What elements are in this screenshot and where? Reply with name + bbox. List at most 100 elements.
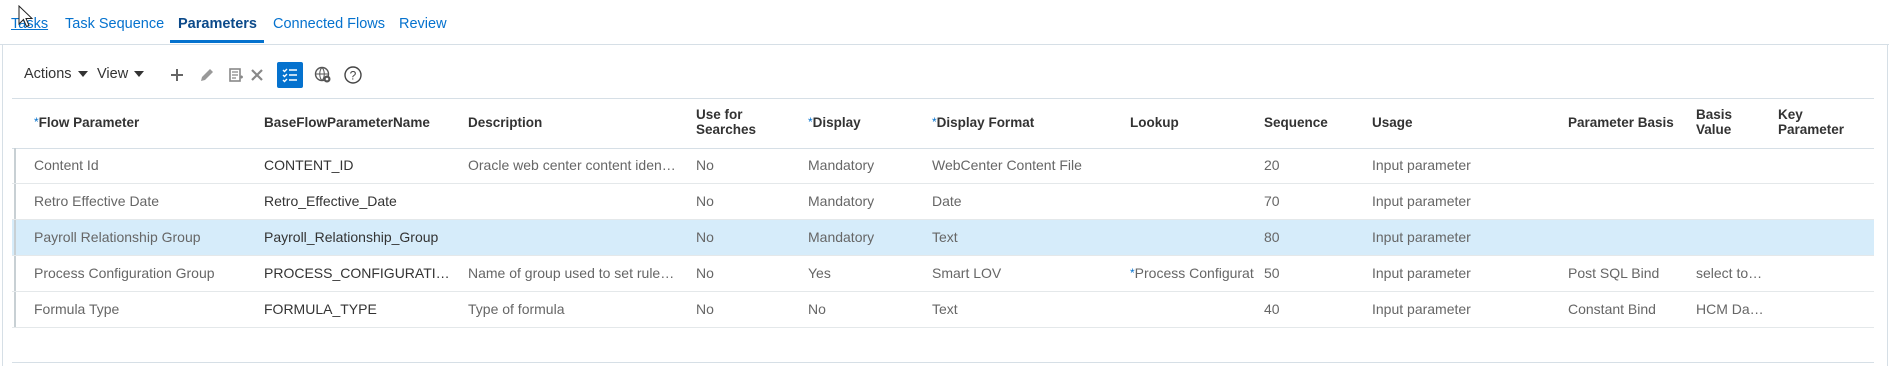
column-header-parameter-basis[interactable]: Parameter Basis	[1568, 115, 1674, 130]
actions-menu[interactable]: Actions	[24, 66, 88, 82]
cell-sequence: 40	[1264, 292, 1354, 327]
cell-base-name: FORMULA_TYPE	[264, 292, 452, 327]
column-header-display[interactable]: *Display	[808, 115, 861, 130]
cell-description	[468, 220, 686, 255]
cell-display-text: No	[808, 301, 826, 317]
cell-key-parameter	[1778, 292, 1868, 327]
table-bottom-border	[12, 362, 1874, 363]
cell-display-format: Text	[932, 220, 1122, 255]
cell-flow-parameter-text: Process Configuration Group	[34, 265, 215, 281]
cell-base-name-text: PROCESS_CONFIGURATI…	[264, 265, 450, 281]
tab-review[interactable]: Review	[399, 16, 447, 32]
svg-text:?: ?	[350, 69, 357, 83]
cell-lookup: *Process Configurat	[1130, 256, 1256, 291]
tab-task-sequence[interactable]: Task Sequence	[65, 16, 164, 32]
cell-display: Mandatory	[808, 148, 918, 183]
view-menu-label: View	[97, 66, 129, 82]
cell-flow-parameter: Process Configuration Group	[34, 256, 244, 291]
column-header-key-parameter[interactable]: Key Parameter	[1778, 107, 1858, 137]
view-menu[interactable]: View	[97, 66, 145, 82]
cell-display-format-text: Smart LOV	[932, 265, 1002, 281]
cell-lookup	[1130, 148, 1256, 183]
tab-bar: Tasks Task Sequence Parameters Connected…	[0, 0, 1889, 45]
cell-usage: Input parameter	[1372, 292, 1552, 327]
table-row[interactable]: Formula Type FORMULA_TYPE Type of formula N…	[12, 292, 1874, 328]
column-header-description[interactable]: Description	[468, 115, 542, 130]
cell-use-for-searches: No	[696, 148, 786, 183]
cell-display-format: WebCenter Content File	[932, 148, 1122, 183]
delete-icon[interactable]	[244, 62, 270, 88]
column-header-basis-value[interactable]: Basis Value	[1696, 107, 1756, 137]
cell-display-text: Mandatory	[808, 229, 875, 245]
cell-use-for-searches-text: No	[696, 301, 714, 317]
cell-usage-text: Input parameter	[1372, 157, 1471, 173]
cell-sequence-text: 80	[1264, 229, 1280, 245]
tab-parameters[interactable]: Parameters	[178, 16, 257, 32]
cell-basis-value	[1696, 220, 1768, 255]
add-icon[interactable]	[164, 62, 190, 88]
cell-display-format-text: WebCenter Content File	[932, 157, 1082, 173]
cell-flow-parameter: Retro Effective Date	[34, 184, 244, 219]
cell-base-name: Retro_Effective_Date	[264, 184, 452, 219]
cell-description: Oracle web center content iden…	[468, 148, 686, 183]
cell-sequence: 70	[1264, 184, 1354, 219]
cell-use-for-searches: No	[696, 184, 786, 219]
cell-usage-text: Input parameter	[1372, 301, 1471, 317]
cell-lookup	[1130, 184, 1256, 219]
row-indicator	[14, 220, 16, 255]
row-indicator	[14, 148, 16, 183]
mouse-cursor-icon	[18, 5, 34, 28]
cell-display: Mandatory	[808, 184, 918, 219]
cell-use-for-searches: No	[696, 256, 786, 291]
cell-key-parameter	[1778, 256, 1868, 291]
cell-description-text: Name of group used to set rule…	[468, 265, 675, 281]
column-header-use-for-searches[interactable]: Use for Searches	[696, 107, 776, 137]
cell-parameter-basis: Post SQL Bind	[1568, 256, 1688, 291]
cell-base-name: PROCESS_CONFIGURATI…	[264, 256, 452, 291]
table-row[interactable]: Content Id CONTENT_ID Oracle web center co…	[12, 148, 1874, 184]
column-header-sequence[interactable]: Sequence	[1264, 115, 1328, 130]
cell-display-format: Text	[932, 292, 1122, 327]
table-row[interactable]: Payroll Relationship Group Payroll_Relati…	[12, 220, 1874, 256]
column-header-usage[interactable]: Usage	[1372, 115, 1413, 130]
cell-sequence: 80	[1264, 220, 1354, 255]
cell-parameter-basis	[1568, 148, 1688, 183]
cell-flow-parameter: Formula Type	[34, 292, 244, 327]
cell-key-parameter	[1778, 220, 1868, 255]
cell-display-text: Mandatory	[808, 193, 875, 209]
tab-connected-flows[interactable]: Connected Flows	[273, 16, 385, 32]
cell-usage-text: Input parameter	[1372, 193, 1471, 209]
cell-base-name-text: CONTENT_ID	[264, 157, 354, 173]
cell-flow-parameter: Payroll Relationship Group	[34, 220, 244, 255]
cell-key-parameter	[1778, 148, 1868, 183]
checklist-icon[interactable]	[277, 62, 303, 88]
cell-display: Yes	[808, 256, 918, 291]
table-row[interactable]: Process Configuration Group PROCESS_CONFI…	[12, 256, 1874, 292]
cell-display-text: Mandatory	[808, 157, 875, 173]
cell-display-format-text: Date	[932, 193, 962, 209]
cell-basis-value: HCM Da…	[1696, 292, 1768, 327]
column-header-lookup[interactable]: Lookup	[1130, 115, 1179, 130]
table-header: *Flow Parameter BaseFlowParameterName De…	[12, 98, 1874, 149]
edit-icon[interactable]	[194, 62, 220, 88]
cell-base-name-text: FORMULA_TYPE	[264, 301, 377, 317]
cell-display-format-text: Text	[932, 229, 958, 245]
cell-base-name-text: Payroll_Relationship_Group	[264, 229, 439, 245]
globe-settings-icon[interactable]	[310, 62, 336, 88]
cell-sequence: 50	[1264, 256, 1354, 291]
column-header-base-name[interactable]: BaseFlowParameterName	[264, 115, 430, 130]
cell-parameter-basis	[1568, 184, 1688, 219]
cell-basis-value	[1696, 184, 1768, 219]
cell-lookup-text: Process Configurat	[1134, 265, 1254, 281]
cell-key-parameter	[1778, 184, 1868, 219]
cell-description: Type of formula	[468, 292, 686, 327]
column-header-flow-parameter[interactable]: *Flow Parameter	[34, 115, 139, 130]
help-icon[interactable]: ?	[340, 62, 366, 88]
cell-use-for-searches-text: No	[696, 265, 714, 281]
column-header-display-format[interactable]: *Display Format	[932, 115, 1034, 130]
cell-sequence-text: 50	[1264, 265, 1280, 281]
cell-usage: Input parameter	[1372, 148, 1552, 183]
cell-parameter-basis-text: Post SQL Bind	[1568, 265, 1660, 281]
cell-usage-text: Input parameter	[1372, 229, 1471, 245]
table-row[interactable]: Retro Effective Date Retro_Effective_Date…	[12, 184, 1874, 220]
